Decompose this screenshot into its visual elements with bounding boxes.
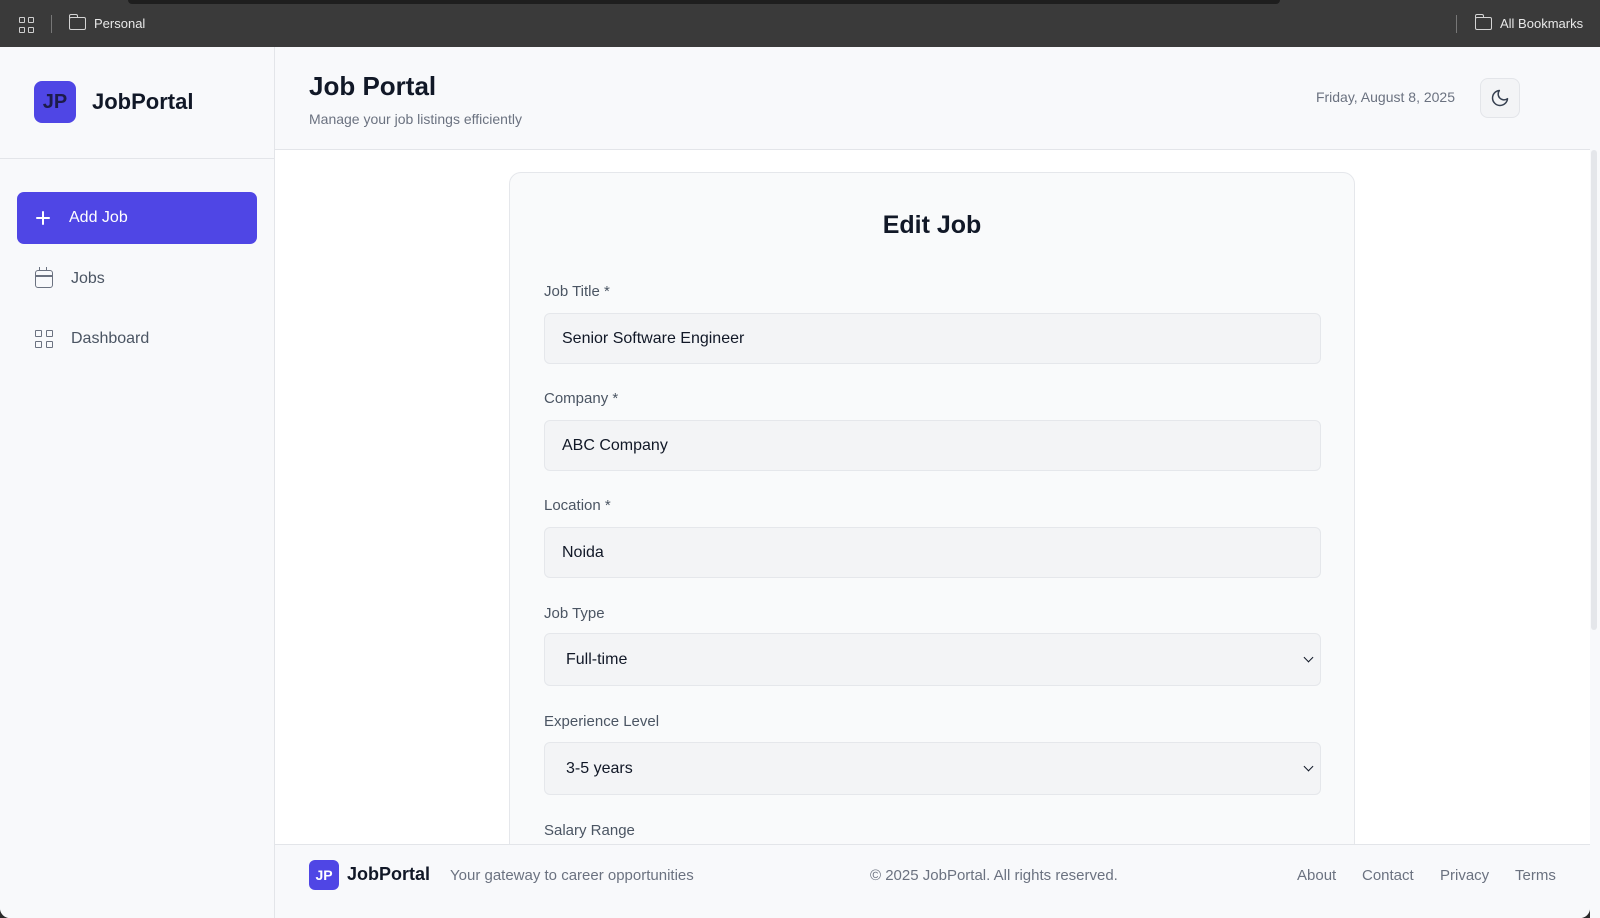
current-date: Friday, August 8, 2025: [1315, 89, 1455, 105]
sidebar-brand: JP JobPortal: [0, 47, 274, 159]
bookmark-personal[interactable]: Personal: [68, 14, 146, 31]
experience-level-select[interactable]: 3-5 years: [544, 742, 1321, 795]
bookmark-all-label: All Bookmarks: [1500, 16, 1584, 31]
bookmark-personal-label: Personal: [94, 16, 146, 31]
job-title-input[interactable]: [544, 313, 1321, 364]
plus-icon: [35, 210, 51, 226]
footer-brand: JobPortal: [347, 864, 431, 884]
job-type-select[interactable]: Full-time: [544, 633, 1321, 686]
sidebar-item-label: Dashboard: [71, 330, 150, 347]
tab-strip: [128, 0, 1280, 4]
sidebar-item-add-job[interactable]: Add Job: [17, 192, 257, 244]
chevron-down-icon: [1303, 652, 1314, 663]
sidebar-item-label: Add Job: [69, 209, 128, 226]
footer-logo: JP: [309, 860, 339, 890]
edit-job-form: Edit Job Job Title * Company * Location …: [509, 172, 1355, 844]
sidebar-item-dashboard[interactable]: Dashboard: [17, 313, 257, 365]
grid-icon: [35, 330, 53, 348]
bookmark-all-bookmarks[interactable]: All Bookmarks: [1474, 14, 1584, 31]
page-header: Job Portal Manage your job listings effi…: [275, 47, 1590, 150]
folder-icon: [68, 14, 86, 30]
page-subtitle: Manage your job listings efficiently: [309, 111, 522, 127]
bookmark-separator: [1456, 15, 1457, 33]
app-window: JP JobPortal Add Job Jobs Dashboard Job …: [0, 47, 1590, 918]
main-content[interactable]: Edit Job Job Title * Company * Location …: [275, 150, 1590, 844]
form-title: Edit Job: [882, 211, 982, 239]
sidebar: JP JobPortal Add Job Jobs Dashboard: [0, 47, 275, 918]
calendar-icon: [35, 267, 53, 288]
moon-icon: [1491, 89, 1509, 107]
apps-grid-icon[interactable]: [19, 17, 35, 33]
page-title: Job Portal: [309, 71, 437, 101]
chevron-down-icon: [1303, 761, 1314, 772]
scrollbar-thumb[interactable]: [1591, 150, 1597, 630]
brand-logo[interactable]: JP: [34, 81, 76, 123]
location-input[interactable]: [544, 527, 1321, 578]
footer-link-contact[interactable]: Contact: [1362, 867, 1414, 884]
location-label: Location *: [544, 497, 611, 514]
bookmark-separator: [51, 15, 52, 33]
experience-level-value: 3-5 years: [566, 759, 633, 777]
brand-name[interactable]: JobPortal: [92, 89, 193, 115]
company-label: Company *: [544, 390, 619, 407]
job-title-label: Job Title *: [544, 283, 610, 300]
job-type-value: Full-time: [566, 650, 628, 668]
bookmarks-bar: Personal All Bookmarks: [0, 0, 1600, 47]
job-type-label: Job Type: [544, 605, 605, 622]
footer-link-about[interactable]: About: [1297, 867, 1336, 884]
company-input[interactable]: [544, 420, 1321, 471]
folder-icon: [1474, 14, 1492, 30]
footer-tagline: Your gateway to career opportunities: [450, 867, 694, 884]
footer-link-privacy[interactable]: Privacy: [1440, 867, 1489, 884]
salary-range-label: Salary Range: [544, 822, 635, 839]
theme-toggle-button[interactable]: [1480, 78, 1520, 118]
sidebar-item-jobs[interactable]: Jobs: [17, 253, 257, 305]
page-footer: JP JobPortal Your gateway to career oppo…: [275, 844, 1590, 918]
sidebar-item-label: Jobs: [71, 270, 105, 287]
experience-level-label: Experience Level: [544, 713, 660, 730]
footer-link-terms[interactable]: Terms: [1515, 867, 1556, 884]
footer-copyright: © 2025 JobPortal. All rights reserved.: [870, 867, 1118, 884]
